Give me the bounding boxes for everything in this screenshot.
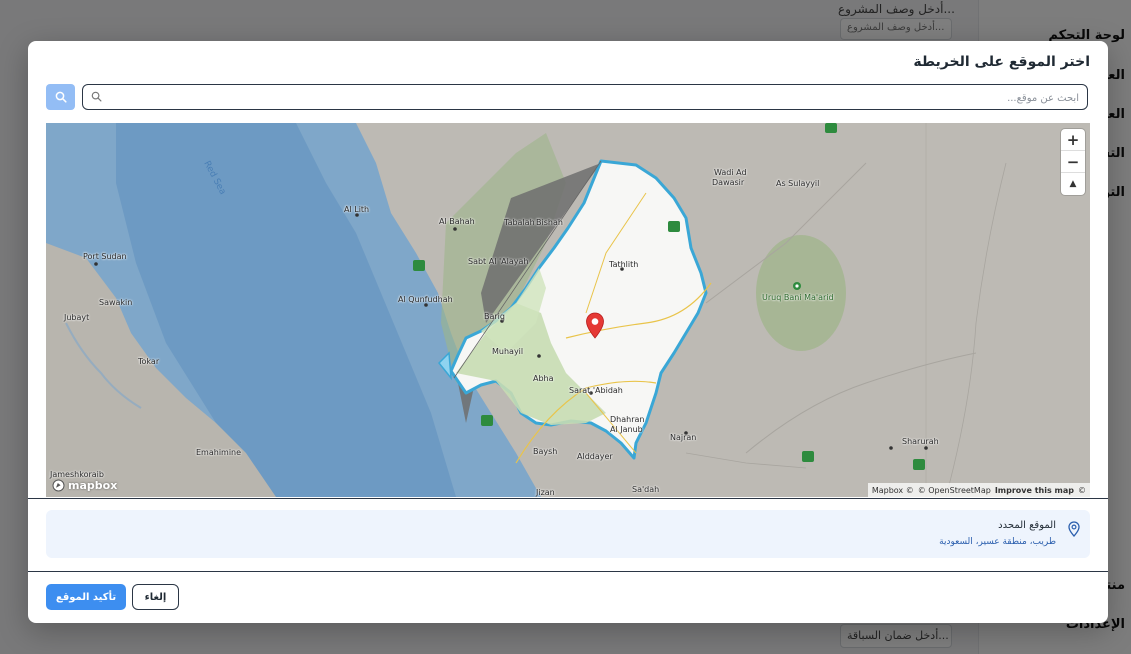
- map-label-jameshkoraib: Jameshkoraib: [50, 470, 104, 479]
- divider: [28, 571, 1108, 572]
- search-icon: [91, 91, 102, 102]
- map-label-emahimine: Emahimine: [196, 448, 242, 457]
- map-attribution: Mapbox © © OpenStreetMap Improve this ma…: [867, 483, 1090, 497]
- attribution-mapbox-link[interactable]: Mapbox ©: [872, 486, 914, 495]
- map-label-uruq-bani-maarid: Uruq Bani Ma'arid: [762, 293, 834, 302]
- map-label-bariq: Bariq: [484, 312, 505, 321]
- map-label-sharurah: Sharurah: [902, 437, 939, 446]
- map-label-port-sudan: Port Sudan: [83, 252, 127, 261]
- map-label-al-bahah: Al Bahah: [439, 217, 475, 226]
- map-label-sadah: Sa'dah: [632, 485, 660, 494]
- search-input[interactable]: [107, 85, 1081, 111]
- zoom-in-button[interactable]: +: [1061, 129, 1085, 151]
- zoom-out-button[interactable]: −: [1061, 151, 1085, 173]
- improve-map-link[interactable]: Improve this map: [995, 486, 1074, 495]
- location-marker-icon[interactable]: [585, 312, 605, 340]
- map-label-sarat-abidah: Sarat 'Abidah: [569, 386, 623, 395]
- map-label-tathlith: Tathlith: [609, 260, 639, 269]
- map-label-as-sulayyil: As Sulayyil: [776, 179, 820, 188]
- map-canvas[interactable]: Red Sea Wadi Ad Dawasir As Sulayyil Al L…: [46, 123, 1090, 497]
- cancel-button[interactable]: إلغاء: [132, 584, 179, 610]
- search-button[interactable]: [46, 84, 75, 110]
- map-label-bisha: Bishah: [536, 218, 563, 227]
- map-label-dhahran: Dhahran: [610, 415, 645, 424]
- map-label-najran: Najran: [670, 433, 697, 442]
- selected-location-address: طريب، منطقة عسير، السعودية: [939, 537, 1056, 547]
- selected-location-title: الموقع المحدد: [998, 520, 1056, 531]
- map-label-jubayt: Jubayt: [64, 313, 90, 322]
- map-label-alddayer: Alddayer: [577, 452, 613, 461]
- selected-location-card: الموقع المحدد طريب، منطقة عسير، السعودية: [46, 510, 1090, 558]
- attribution-osm-link[interactable]: © OpenStreetMap: [918, 486, 991, 495]
- map-label-al-qunfudhah: Al Qunfudhah: [398, 295, 453, 304]
- map-label-jizan: Jizan: [536, 488, 555, 497]
- compass-reset-button[interactable]: ▲: [1061, 173, 1085, 195]
- map-label-dawasir: Dawasir: [712, 178, 745, 187]
- confirm-location-button[interactable]: تأكيد الموقع: [46, 584, 126, 610]
- mapbox-icon: [52, 479, 65, 492]
- map-label-muhayil: Muhayil: [492, 347, 524, 356]
- attribution-copyright: ©: [1078, 485, 1086, 495]
- map-label-al-lith: Al Lith: [344, 205, 370, 214]
- map-label-tabalah: Tabalah: [504, 218, 535, 227]
- map-label-baysh: Baysh: [533, 447, 558, 456]
- map-pin-icon: [1068, 521, 1080, 537]
- location-picker-modal: اختر الموقع على الخريطة ابحث عن موقع... …: [28, 41, 1108, 623]
- search-field: [82, 84, 1088, 111]
- map-label-al-janub: Al Janub: [610, 425, 643, 434]
- zoom-controls: + − ▲: [1061, 129, 1085, 195]
- map-label-wadi-ad: Wadi Ad: [714, 168, 747, 177]
- mapbox-logo[interactable]: mapbox: [52, 479, 117, 492]
- search-icon: [55, 91, 67, 103]
- map-label-sabt-alaya: Sabt Al 'Alayah: [468, 257, 529, 266]
- divider: [28, 498, 1108, 499]
- modal-title: اختر الموقع على الخريطة: [913, 54, 1090, 70]
- mapbox-logo-text: mapbox: [68, 479, 118, 492]
- map-label-suakin: Sawakin: [99, 298, 133, 307]
- map-label-tokar: Tokar: [138, 357, 160, 366]
- map-label-abha: Abha: [533, 374, 554, 383]
